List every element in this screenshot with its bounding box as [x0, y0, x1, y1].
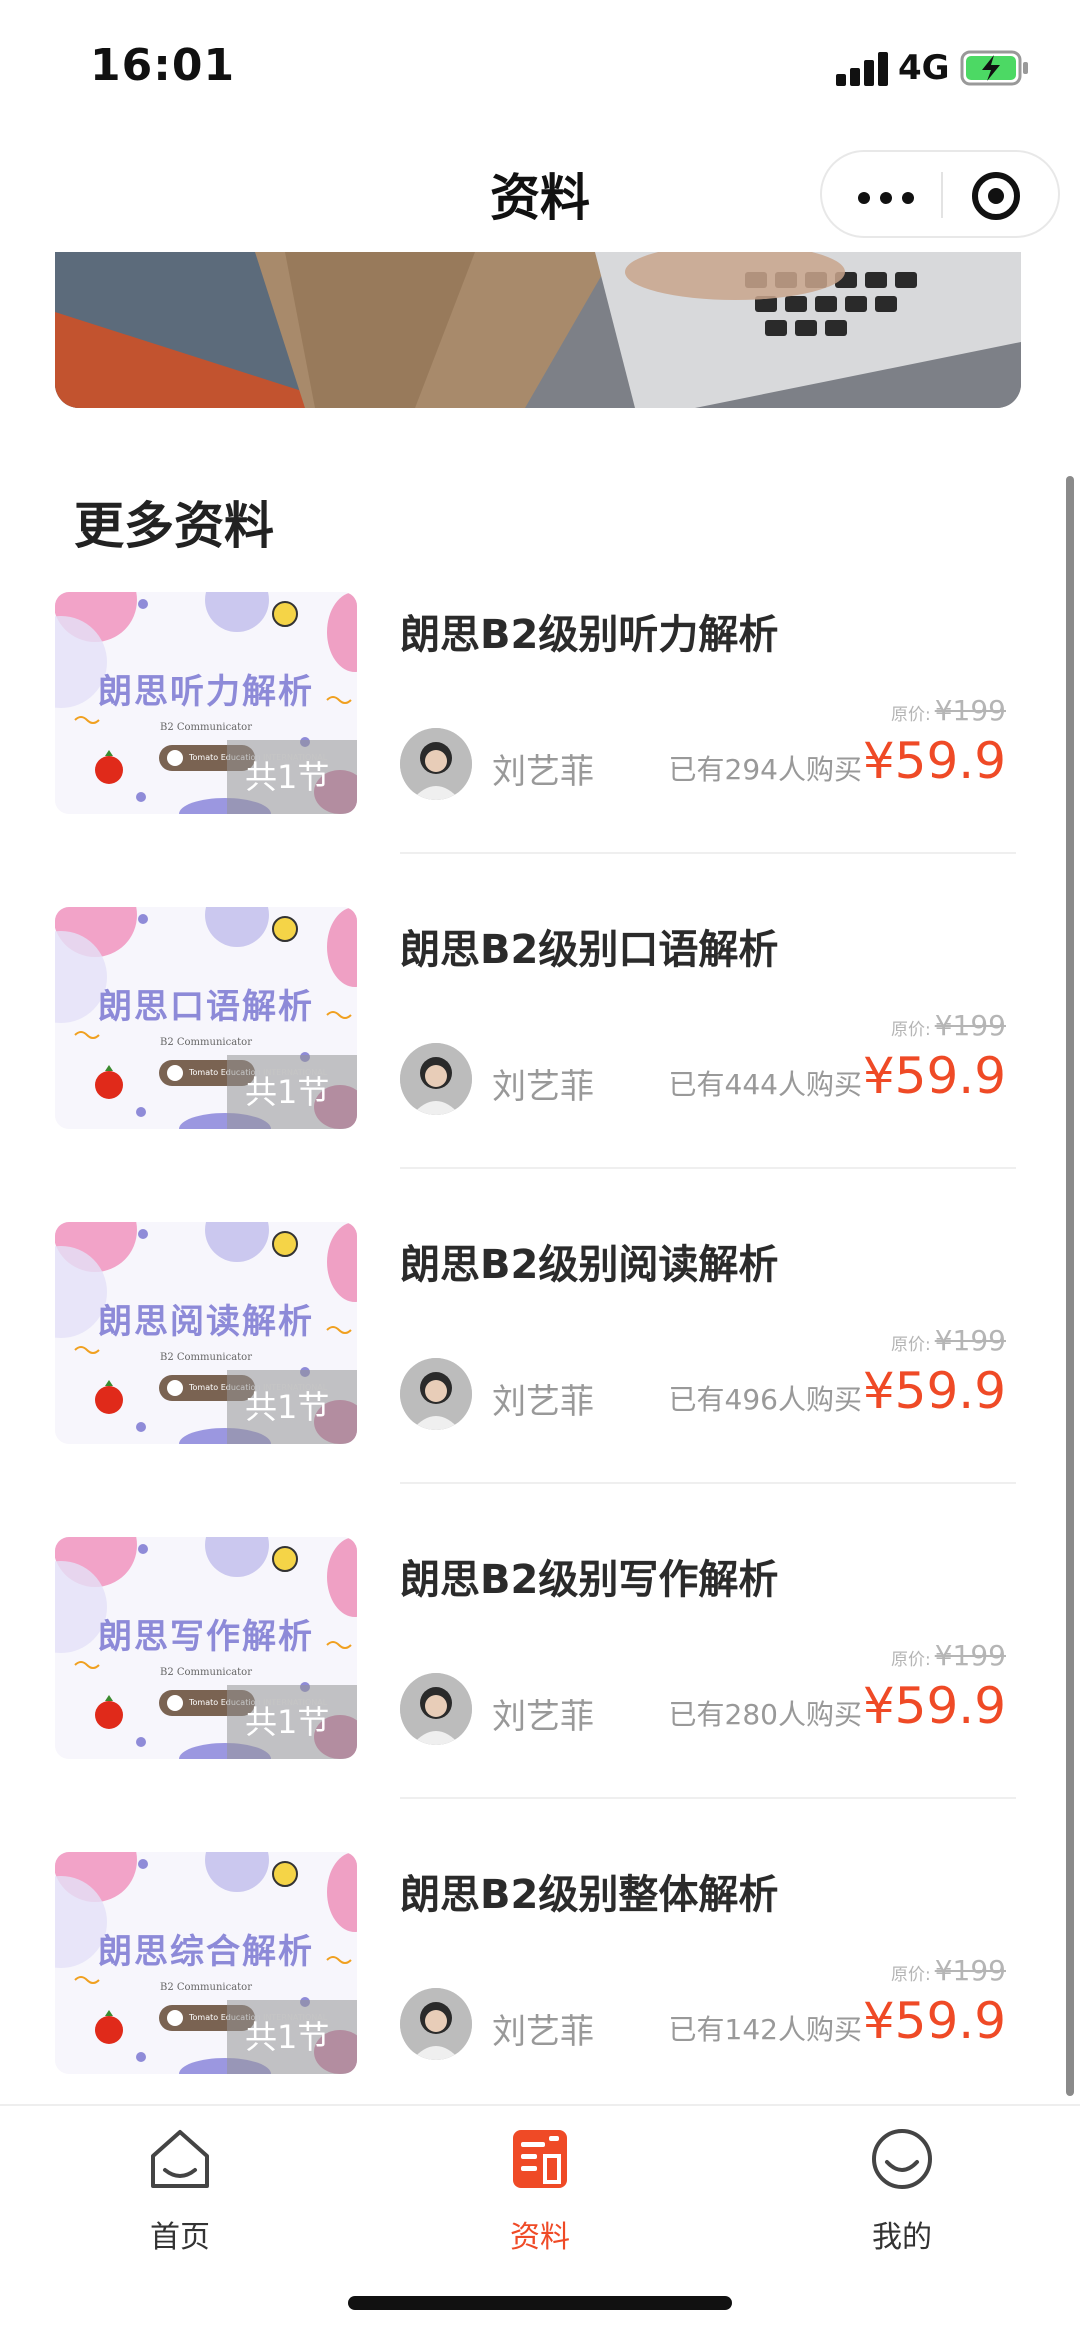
banner-photo-icon	[55, 252, 1021, 408]
thumbnail-subtitle: B2 Communicator	[160, 722, 252, 733]
avatar	[400, 728, 472, 800]
banner-image[interactable]	[55, 252, 1021, 408]
product-item[interactable]: 朗思阅读解析 B2 Communicator Tomato Education …	[0, 1222, 1080, 1536]
product-title[interactable]: 朗思B2级别听力解析	[400, 602, 778, 660]
status-bar: 16:01 4G	[0, 0, 1080, 130]
course-thumbnail[interactable]: 朗思写作解析 B2 Communicator Tomato Education …	[55, 1537, 357, 1759]
sale-price: ¥59.9	[862, 1047, 1006, 1105]
product-item[interactable]: 朗思听力解析 B2 Communicator Tomato Education …	[0, 592, 1080, 906]
capsule-divider	[941, 172, 943, 218]
product-title[interactable]: 朗思B2级别整体解析	[400, 1862, 778, 1920]
original-price-value: ¥199	[934, 1639, 1006, 1672]
author-name: 刘艺菲	[492, 1697, 594, 1737]
lesson-count: 共1节	[227, 2000, 357, 2074]
course-thumbnail[interactable]: 朗思阅读解析 B2 Communicator Tomato Education …	[55, 1222, 357, 1444]
screen: 16:01 4G 资料 更多资料 朗思听力解析 B2 Communicator …	[0, 0, 1080, 2337]
course-thumbnail[interactable]: 朗思听力解析 B2 Communicator Tomato Education …	[55, 592, 357, 814]
course-thumbnail[interactable]: 朗思综合解析 B2 Communicator Tomato Education …	[55, 1852, 357, 2074]
thumbnail-title: 朗思听力解析	[98, 672, 314, 712]
battery-charging-icon	[960, 50, 1028, 86]
sale-price: ¥59.9	[862, 1362, 1006, 1420]
sale-price: ¥59.9	[862, 1677, 1006, 1735]
purchase-count: 已有496人购买	[668, 1383, 862, 1416]
scrollbar[interactable]	[1066, 476, 1074, 2096]
mini-program-capsule	[820, 150, 1060, 238]
original-price: 原价: ¥199	[891, 1324, 1006, 1357]
thumbnail-subtitle: B2 Communicator	[160, 1352, 252, 1363]
original-price: 原价: ¥199	[891, 1639, 1006, 1672]
nav-bar: 资料	[0, 130, 1080, 252]
original-price-label: 原价:	[891, 1650, 931, 1670]
original-price-label: 原价:	[891, 1965, 931, 1985]
home-icon	[151, 2130, 209, 2188]
status-time: 16:01	[90, 40, 236, 91]
divider	[400, 1167, 1016, 1169]
tab-label: 首页	[150, 2220, 210, 2255]
sale-price: ¥59.9	[862, 1992, 1006, 2050]
thumbnail-subtitle: B2 Communicator	[160, 1982, 252, 1993]
divider	[400, 852, 1016, 854]
original-price: 原价: ¥199	[891, 1009, 1006, 1042]
lesson-count: 共1节	[227, 1055, 357, 1129]
thumbnail-subtitle: B2 Communicator	[160, 1667, 252, 1678]
author-name: 刘艺菲	[492, 1382, 594, 1422]
author-name: 刘艺菲	[492, 2012, 594, 2052]
tab-label: 我的	[872, 2220, 932, 2255]
purchase-count: 已有294人购买	[668, 753, 862, 786]
lesson-count: 共1节	[227, 1685, 357, 1759]
thumbnail-title: 朗思阅读解析	[98, 1302, 314, 1342]
close-target-icon[interactable]	[972, 172, 1020, 220]
product-item[interactable]: 朗思口语解析 B2 Communicator Tomato Education …	[0, 907, 1080, 1221]
purchase-count: 已有444人购买	[668, 1068, 862, 1101]
original-price: 原价: ¥199	[891, 1954, 1006, 1987]
author-name: 刘艺菲	[492, 1067, 594, 1107]
lesson-count: 共1节	[227, 1370, 357, 1444]
purchase-count: 已有280人购买	[668, 1698, 862, 1731]
smile-icon	[872, 2129, 932, 2189]
network-label: 4G	[898, 48, 950, 88]
product-title[interactable]: 朗思B2级别阅读解析	[400, 1232, 778, 1290]
divider	[400, 1797, 1016, 1799]
original-price-value: ¥199	[934, 1009, 1006, 1042]
more-icon[interactable]	[858, 192, 914, 204]
original-price-label: 原价:	[891, 1335, 931, 1355]
original-price: 原价: ¥199	[891, 694, 1006, 727]
thumbnail-title: 朗思写作解析	[98, 1617, 314, 1657]
tab-home[interactable]: 首页	[80, 2124, 280, 2255]
product-title[interactable]: 朗思B2级别口语解析	[400, 917, 778, 975]
signal-icon	[836, 52, 888, 86]
avatar	[400, 1673, 472, 1745]
thumbnail-subtitle: B2 Communicator	[160, 1037, 252, 1048]
original-price-label: 原价:	[891, 705, 931, 725]
original-price-value: ¥199	[934, 694, 1006, 727]
tab-label: 资料	[510, 2220, 570, 2255]
sale-price: ¥59.9	[862, 732, 1006, 790]
thumbnail-title: 朗思综合解析	[98, 1932, 314, 1972]
product-title[interactable]: 朗思B2级别写作解析	[400, 1547, 778, 1605]
avatar	[400, 1043, 472, 1115]
section-title: 更多资料	[74, 497, 274, 555]
tab-materials[interactable]: 资料	[440, 2124, 640, 2255]
course-thumbnail[interactable]: 朗思口语解析 B2 Communicator Tomato Education …	[55, 907, 357, 1129]
product-item[interactable]: 朗思写作解析 B2 Communicator Tomato Education …	[0, 1537, 1080, 1851]
document-icon	[513, 2130, 567, 2188]
divider	[400, 1482, 1016, 1484]
tab-mine[interactable]: 我的	[802, 2124, 1002, 2255]
thumbnail-title: 朗思口语解析	[98, 987, 314, 1027]
original-price-value: ¥199	[934, 1324, 1006, 1357]
home-indicator[interactable]	[348, 2296, 732, 2310]
author-name: 刘艺菲	[492, 752, 594, 792]
lesson-count: 共1节	[227, 740, 357, 814]
purchase-count: 已有142人购买	[668, 2013, 862, 2046]
original-price-value: ¥199	[934, 1954, 1006, 1987]
avatar	[400, 1358, 472, 1430]
original-price-label: 原价:	[891, 1020, 931, 1040]
avatar	[400, 1988, 472, 2060]
